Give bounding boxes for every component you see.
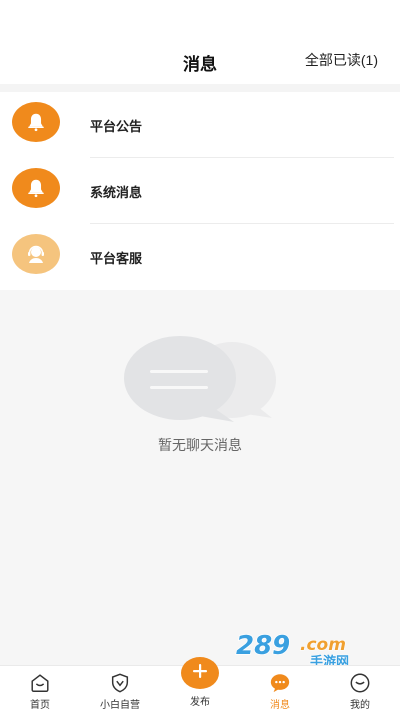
publish-button[interactable] [181,657,219,689]
shield-play-icon [109,672,131,694]
chat-bubbles-icon [122,332,282,437]
list-item-label: 平台客服 [90,251,143,266]
chat-icon [269,672,291,694]
tab-label: 小白自营 [100,700,140,711]
plus-icon [191,662,209,685]
bell-icon [12,168,60,208]
tab-label: 首页 [30,700,50,711]
bell-icon [12,102,60,142]
list-item-system-message[interactable]: 系统消息 [0,158,400,224]
tab-self-operated[interactable]: 小白自营 [80,666,160,711]
svg-text:289: 289 [236,631,290,661]
tab-profile[interactable]: 我的 [320,666,400,711]
tab-label: 消息 [270,700,290,711]
home-icon [29,672,51,694]
list-item-label: 平台公告 [90,119,143,134]
support-agent-icon [12,234,60,274]
tab-label: 我的 [350,700,370,711]
svg-text:.com: .com [300,635,346,655]
tab-label-publish: 发布 [190,697,210,708]
section-gap [0,84,400,92]
empty-state-text: 暂无聊天消息 [158,437,242,453]
message-category-list: 平台公告 系统消息 平台客服 [0,92,400,290]
list-item-platform-announcement[interactable]: 平台公告 [0,92,400,158]
tab-messages[interactable]: 消息 [240,666,320,711]
list-item-label: 系统消息 [90,185,143,200]
mark-all-read-button[interactable]: 全部已读(1) [305,50,378,70]
top-bar: 消息 全部已读(1) [0,0,400,84]
tab-home[interactable]: 首页 [0,666,80,711]
empty-state: 暂无聊天消息 [0,290,400,665]
watermark-logo: 289 .com 手游网 [230,630,380,670]
list-item-customer-service[interactable]: 平台客服 [0,224,400,290]
smile-icon [349,672,371,694]
